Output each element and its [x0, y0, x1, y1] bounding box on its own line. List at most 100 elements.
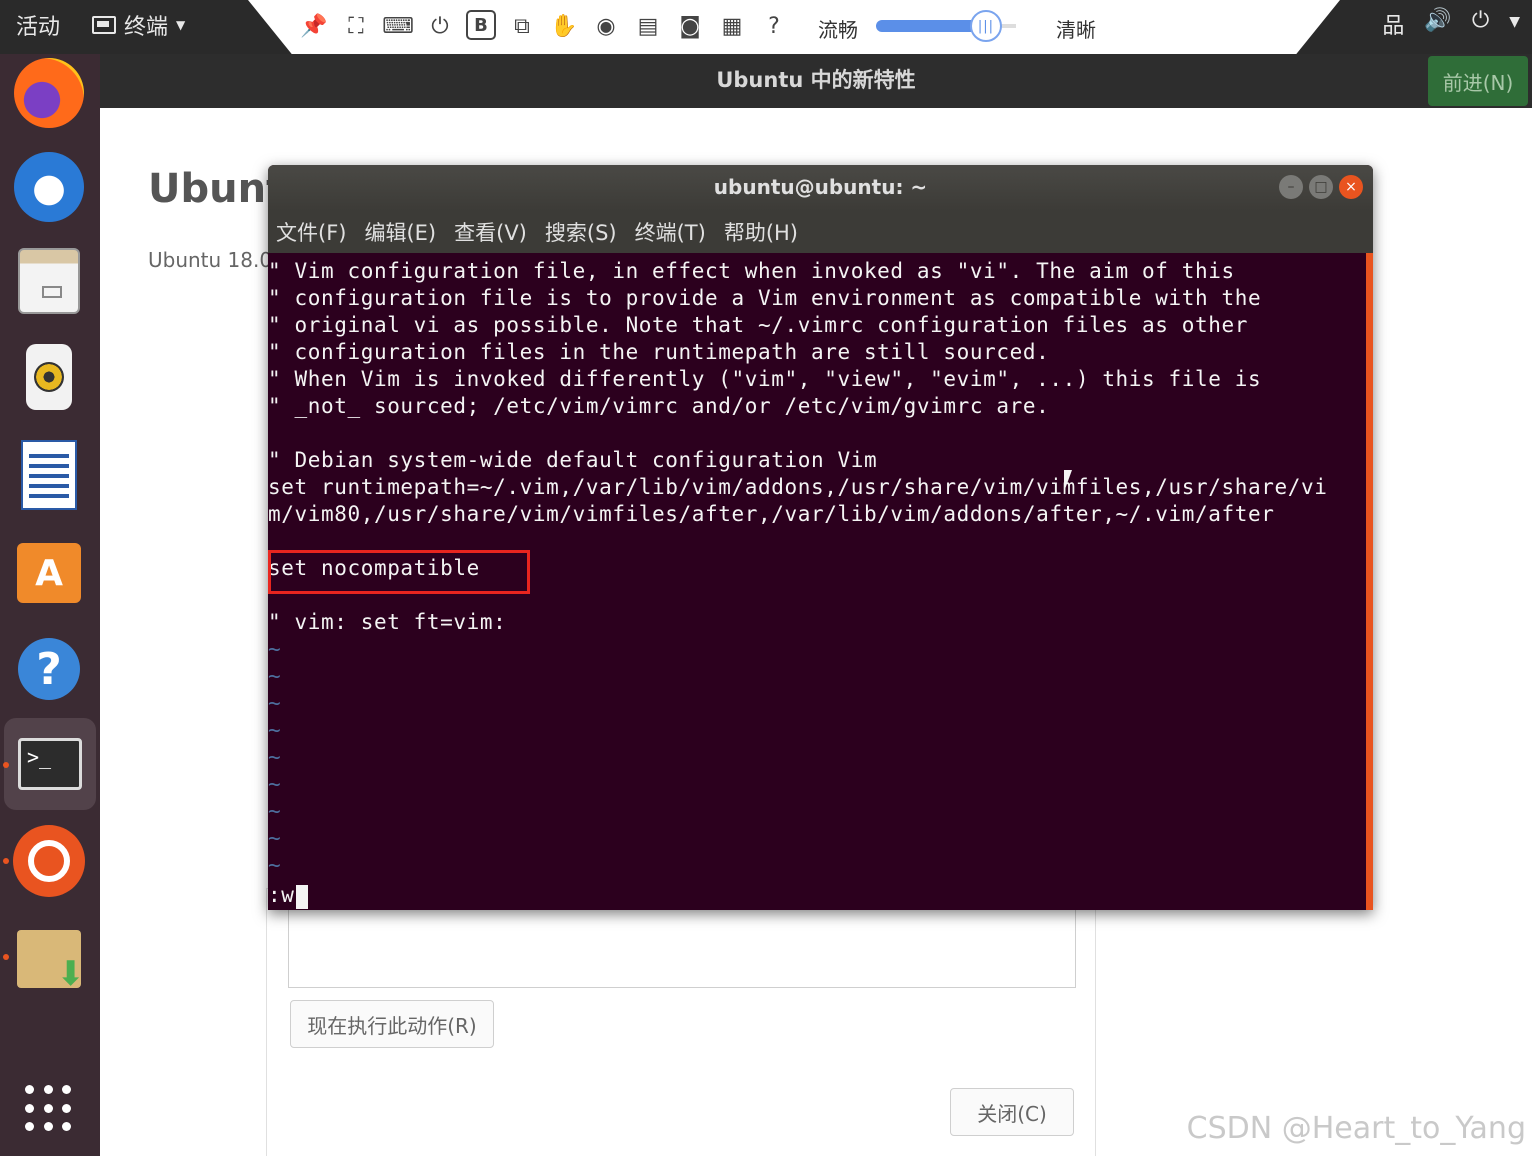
camera-icon[interactable]: ◙ — [674, 10, 706, 42]
terminal-window: ubuntu@ubuntu: ~ – □ × 文件(F) 编辑(E) 查看(V)… — [268, 165, 1373, 910]
buffer-line: " When Vim is invoked differently ("vim"… — [268, 367, 1262, 391]
dialog-textbox[interactable] — [288, 898, 1076, 988]
thunderbird-icon — [14, 152, 84, 222]
power-icon[interactable]: ⏻ — [424, 10, 456, 42]
app-menu-label: 终端 — [124, 15, 169, 40]
menu-help[interactable]: 帮助(H) — [724, 217, 798, 247]
show-apps-button[interactable] — [10, 1070, 88, 1148]
dialog-header: Ubuntu 中的新特性 前进(N) — [100, 54, 1532, 108]
screen-keyboard-icon[interactable]: ▦ — [716, 10, 748, 42]
running-indicator — [3, 762, 9, 768]
writer-icon — [21, 440, 77, 510]
empty-line-tilde: ~ — [268, 664, 282, 688]
empty-line-tilde: ~ — [268, 853, 282, 877]
dock-item-thunderbird[interactable] — [10, 148, 88, 226]
rhythmbox-icon — [26, 344, 72, 410]
running-indicator — [3, 954, 9, 960]
minimize-icon[interactable]: – — [1279, 175, 1303, 199]
dock: A ? >_ — [0, 54, 100, 1156]
bold-b-icon[interactable]: B — [466, 10, 496, 40]
menu-edit[interactable]: 编辑(E) — [364, 217, 436, 247]
install-icon — [17, 930, 85, 994]
app-menu[interactable]: 终端 ▼ — [92, 9, 185, 41]
terminal-menubar: 文件(F) 编辑(E) 查看(V) 搜索(S) 终端(T) 帮助(H) — [268, 211, 1373, 253]
fullscreen-icon[interactable]: ⛶ — [340, 10, 372, 42]
dialog-title: Ubuntu 中的新特性 — [716, 68, 916, 92]
help-icon[interactable]: ? — [758, 10, 790, 42]
empty-line-tilde: ~ — [268, 691, 282, 715]
maximize-icon[interactable]: □ — [1309, 175, 1333, 199]
menu-terminal[interactable]: 终端(T) — [635, 217, 706, 247]
save-icon[interactable]: ▤ — [632, 10, 664, 42]
empty-line-tilde: ~ — [268, 637, 282, 661]
hand-icon[interactable]: ✋ — [548, 10, 580, 42]
buffer-line: " Vim configuration file, in effect when… — [268, 259, 1235, 283]
next-button[interactable]: 前进(N) — [1428, 56, 1528, 106]
system-tray[interactable]: 品 🔊 ⏻ ▼ — [1382, 8, 1520, 40]
remote-toolbar: 📌 ⛶ ⌨ ⏻ B ⧉ ✋ ◉ ▤ ◙ ▦ ? 流畅 ||| 清晰 — [248, 0, 1340, 54]
buffer-line: " configuration files in the runtimepath… — [268, 340, 1050, 364]
empty-line-tilde: ~ — [268, 772, 282, 796]
dock-item-software-center[interactable]: A — [10, 534, 88, 612]
dock-item-files[interactable] — [10, 242, 88, 320]
menu-file[interactable]: 文件(F) — [276, 217, 346, 247]
record-dot-icon[interactable]: ◉ — [590, 10, 622, 42]
buffer-line: m/vim80,/usr/share/vim/vimfiles/after,/v… — [268, 502, 1275, 526]
red-highlight-box — [268, 550, 530, 594]
terminal-titlebar[interactable]: ubuntu@ubuntu: ~ – □ × — [268, 165, 1373, 211]
caret-down-icon: ▼ — [176, 18, 186, 32]
dock-item-terminal[interactable]: >_ — [4, 718, 96, 810]
mouse-pointer-icon — [1064, 470, 1080, 492]
dialog-subtitle: Ubuntu 18.0 — [148, 248, 273, 272]
ubuntu-icon — [13, 825, 85, 897]
watermark: CSDN @Heart_to_Yang — [1186, 1111, 1526, 1146]
quality-slider-knob[interactable]: ||| — [970, 10, 1002, 42]
running-indicator — [3, 858, 9, 864]
power-icon[interactable]: ⏻ — [1472, 8, 1489, 40]
terminal-title: ubuntu@ubuntu: ~ — [713, 175, 928, 199]
show-apps-icon — [25, 1085, 73, 1133]
help-icon: ? — [18, 638, 80, 700]
buffer-line: " _not_ sourced; /etc/vim/vimrc and/or /… — [268, 394, 1050, 418]
keyboard-icon[interactable]: ⌨ — [382, 10, 414, 42]
top-bar: 活动 终端 ▼ 📌 ⛶ ⌨ ⏻ B ⧉ ✋ ◉ ▤ ◙ ▦ ? 流畅 ||| 清… — [0, 0, 1532, 54]
buffer-line: set runtimepath=~/.vim,/var/lib/vim/addo… — [268, 475, 1328, 499]
quality-clear-label: 清晰 — [1056, 18, 1096, 42]
menu-view[interactable]: 查看(V) — [454, 217, 527, 247]
buffer-line: " original vi as possible. Note that ~/.… — [268, 313, 1248, 337]
activities-button[interactable]: 活动 — [16, 9, 60, 41]
volume-icon[interactable]: 🔊 — [1424, 8, 1451, 40]
quality-fluent-label: 流畅 — [818, 18, 858, 42]
text-cursor — [296, 885, 308, 909]
menu-search[interactable]: 搜索(S) — [545, 217, 617, 247]
firefox-icon — [14, 58, 84, 128]
software-center-icon: A — [17, 543, 81, 603]
run-action-button[interactable]: 现在执行此动作(R) — [290, 1000, 494, 1048]
empty-line-tilde: ~ — [268, 745, 282, 769]
empty-line-tilde: ~ — [268, 799, 282, 823]
empty-line-tilde: ~ — [268, 826, 282, 850]
dock-item-ubuntu[interactable] — [10, 822, 88, 900]
terminal-icon — [92, 16, 116, 34]
dock-item-rhythmbox[interactable] — [10, 338, 88, 416]
dock-item-help[interactable]: ? — [10, 630, 88, 708]
chevron-down-icon[interactable]: ▼ — [1509, 8, 1520, 40]
buffer-line: " configuration file is to provide a Vim… — [268, 286, 1262, 310]
dock-item-firefox[interactable] — [10, 54, 88, 132]
buffer-line: " Debian system-wide default configurati… — [268, 448, 878, 472]
vim-command-line[interactable]: :w — [268, 882, 295, 909]
close-button[interactable]: 关闭(C) — [950, 1088, 1074, 1136]
pin-icon[interactable]: 📌 — [298, 10, 330, 42]
terminal-scrollbar[interactable] — [1366, 253, 1373, 910]
vim-buffer[interactable]: " Vim configuration file, in effect when… — [268, 258, 1365, 910]
dialog-heading: Ubunt — [148, 166, 286, 212]
network-icon[interactable]: 品 — [1382, 8, 1404, 40]
terminal-icon: >_ — [18, 738, 82, 790]
dock-item-writer[interactable] — [10, 436, 88, 514]
network-share-icon[interactable]: ⧉ — [506, 10, 538, 42]
buffer-line: " vim: set ft=vim: — [268, 610, 507, 634]
files-icon — [18, 248, 80, 314]
close-icon[interactable]: × — [1339, 175, 1363, 199]
dock-item-install[interactable] — [10, 920, 88, 998]
empty-line-tilde: ~ — [268, 718, 282, 742]
